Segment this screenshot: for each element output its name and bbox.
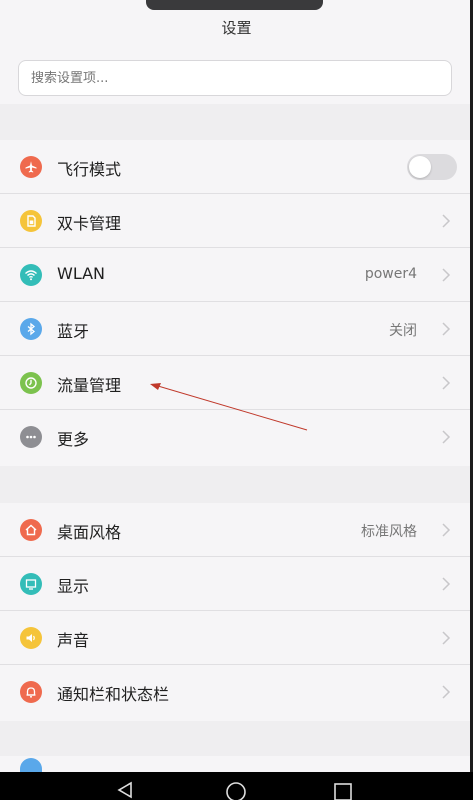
chevron-right-icon <box>442 631 451 645</box>
more-icon <box>20 426 42 448</box>
chevron-right-icon <box>442 430 451 444</box>
bluetooth-icon <box>20 318 42 340</box>
toggle-knob <box>409 156 431 178</box>
home-icon <box>20 519 42 541</box>
settings-item-sound[interactable]: 声音 <box>0 611 473 665</box>
settings-item-label: 声音 <box>57 631 90 650</box>
chevron-right-icon <box>442 577 451 591</box>
system-navigation-bar <box>0 772 473 800</box>
settings-item-display[interactable]: 显示 <box>0 557 473 611</box>
settings-item-label: 通知栏和状态栏 <box>57 685 170 704</box>
settings-item-label: 桌面风格 <box>57 523 122 542</box>
chevron-right-icon <box>442 685 451 699</box>
wifi-icon <box>20 264 42 286</box>
settings-group-display: 桌面风格 标准风格 显示 声音 通知栏和状态栏 <box>0 503 473 721</box>
settings-item-label: 流量管理 <box>57 376 122 395</box>
settings-item-label: WLAN <box>57 264 106 283</box>
search-bar <box>0 52 473 104</box>
settings-item-data-usage[interactable]: 流量管理 <box>0 356 473 410</box>
wlan-network-name: power4 <box>364 266 417 282</box>
settings-item-airplane-mode[interactable]: 飞行模式 <box>0 140 473 194</box>
settings-item-label: 显示 <box>57 577 90 596</box>
settings-item-notifications[interactable]: 通知栏和状态栏 <box>0 665 473 719</box>
search-input[interactable] <box>18 60 452 96</box>
settings-group-network: 飞行模式 双卡管理 WLAN power4 蓝牙 关闭 流量管理 更多 <box>0 140 473 466</box>
home-style-value: 标准风格 <box>361 524 417 540</box>
settings-item-dual-sim[interactable]: 双卡管理 <box>0 194 473 248</box>
page-title: 设置 <box>221 19 252 37</box>
settings-item-label: 飞行模式 <box>57 160 122 179</box>
settings-item-more[interactable]: 更多 <box>0 410 473 464</box>
settings-item-label: 更多 <box>57 430 90 449</box>
partial-item-icon <box>20 758 42 772</box>
top-overlay-bar <box>146 0 323 10</box>
home-circle-icon[interactable] <box>225 781 247 800</box>
recent-apps-square-icon[interactable] <box>333 782 353 800</box>
settings-item-bluetooth[interactable]: 蓝牙 关闭 <box>0 302 473 356</box>
sim-card-icon <box>20 210 42 232</box>
bluetooth-status: 关闭 <box>389 323 417 339</box>
settings-item-label: 双卡管理 <box>57 214 122 233</box>
chevron-right-icon <box>442 376 451 390</box>
sound-icon <box>20 627 42 649</box>
display-icon <box>20 573 42 595</box>
chevron-right-icon <box>442 214 451 228</box>
data-usage-icon <box>20 372 42 394</box>
settings-item-home-style[interactable]: 桌面风格 标准风格 <box>0 503 473 557</box>
notification-bell-icon <box>20 681 42 703</box>
chevron-right-icon <box>442 322 451 336</box>
settings-item-wlan[interactable]: WLAN power4 <box>0 248 473 302</box>
settings-group-next <box>0 756 473 772</box>
chevron-right-icon <box>442 523 451 537</box>
airplane-icon <box>20 156 42 178</box>
back-triangle-icon[interactable] <box>117 781 133 799</box>
chevron-right-icon <box>442 268 451 282</box>
settings-item-label: 蓝牙 <box>57 322 90 341</box>
airplane-mode-toggle[interactable] <box>407 154 457 180</box>
